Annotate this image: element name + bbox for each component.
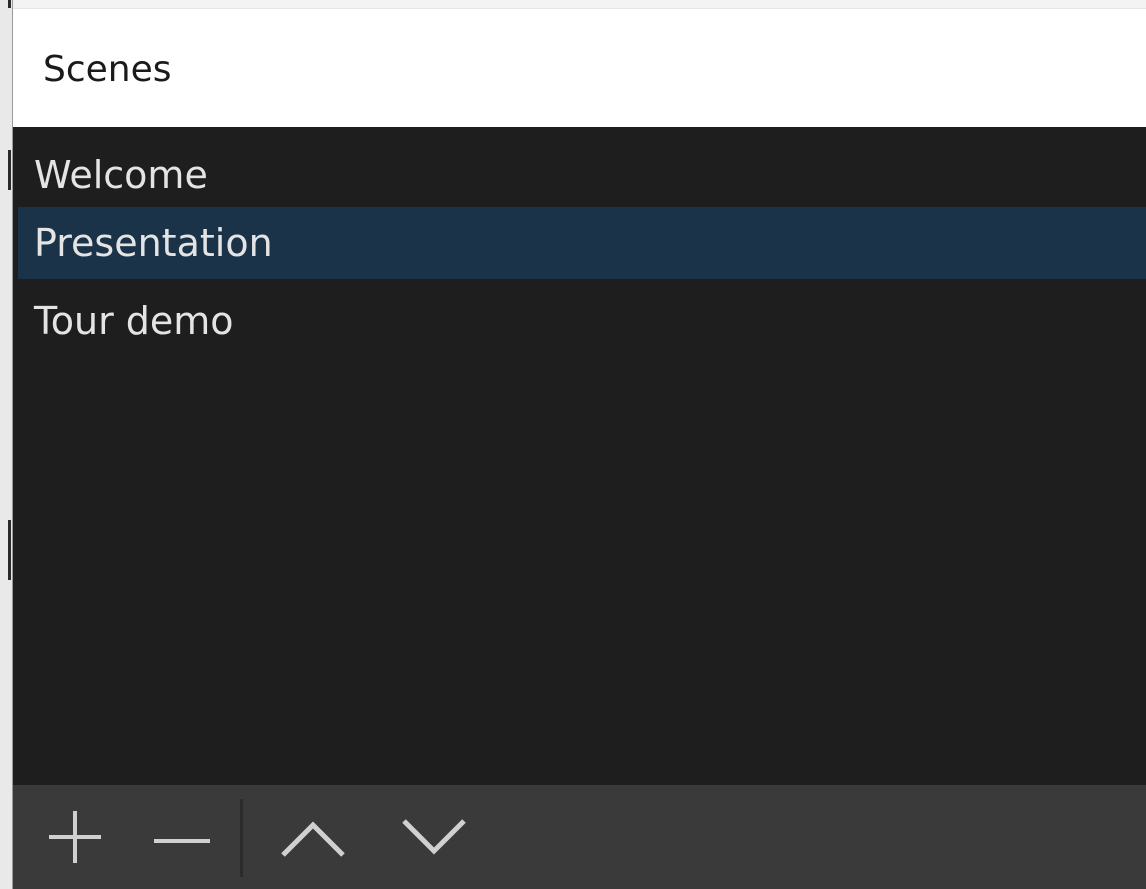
move-scene-down-button[interactable] bbox=[398, 801, 470, 873]
chevron-up-icon bbox=[281, 821, 345, 857]
window-left-edge bbox=[0, 0, 13, 889]
scene-item-welcome[interactable]: Welcome bbox=[18, 139, 1146, 211]
toolbar-separator bbox=[240, 799, 243, 877]
dock-title-bar[interactable]: Scenes bbox=[13, 8, 1146, 127]
scene-item-presentation[interactable]: Presentation bbox=[18, 207, 1146, 279]
chevron-down-icon bbox=[402, 819, 466, 855]
scene-item-label: Presentation bbox=[34, 221, 273, 265]
scene-item-tour-demo[interactable]: Tour demo bbox=[18, 285, 1146, 357]
scene-item-label: Welcome bbox=[34, 153, 208, 197]
scene-toolbar bbox=[13, 785, 1146, 889]
minus-icon bbox=[154, 839, 210, 843]
move-scene-up-button[interactable] bbox=[277, 801, 349, 873]
scene-list[interactable]: Welcome Presentation Tour demo bbox=[13, 127, 1146, 785]
plus-icon bbox=[49, 811, 101, 863]
remove-scene-button[interactable] bbox=[146, 801, 218, 873]
scene-item-label: Tour demo bbox=[34, 299, 234, 343]
add-scene-button[interactable] bbox=[39, 801, 111, 873]
dock-title: Scenes bbox=[43, 49, 172, 90]
scenes-dock: Scenes Welcome Presentation Tour demo bbox=[0, 0, 1146, 889]
